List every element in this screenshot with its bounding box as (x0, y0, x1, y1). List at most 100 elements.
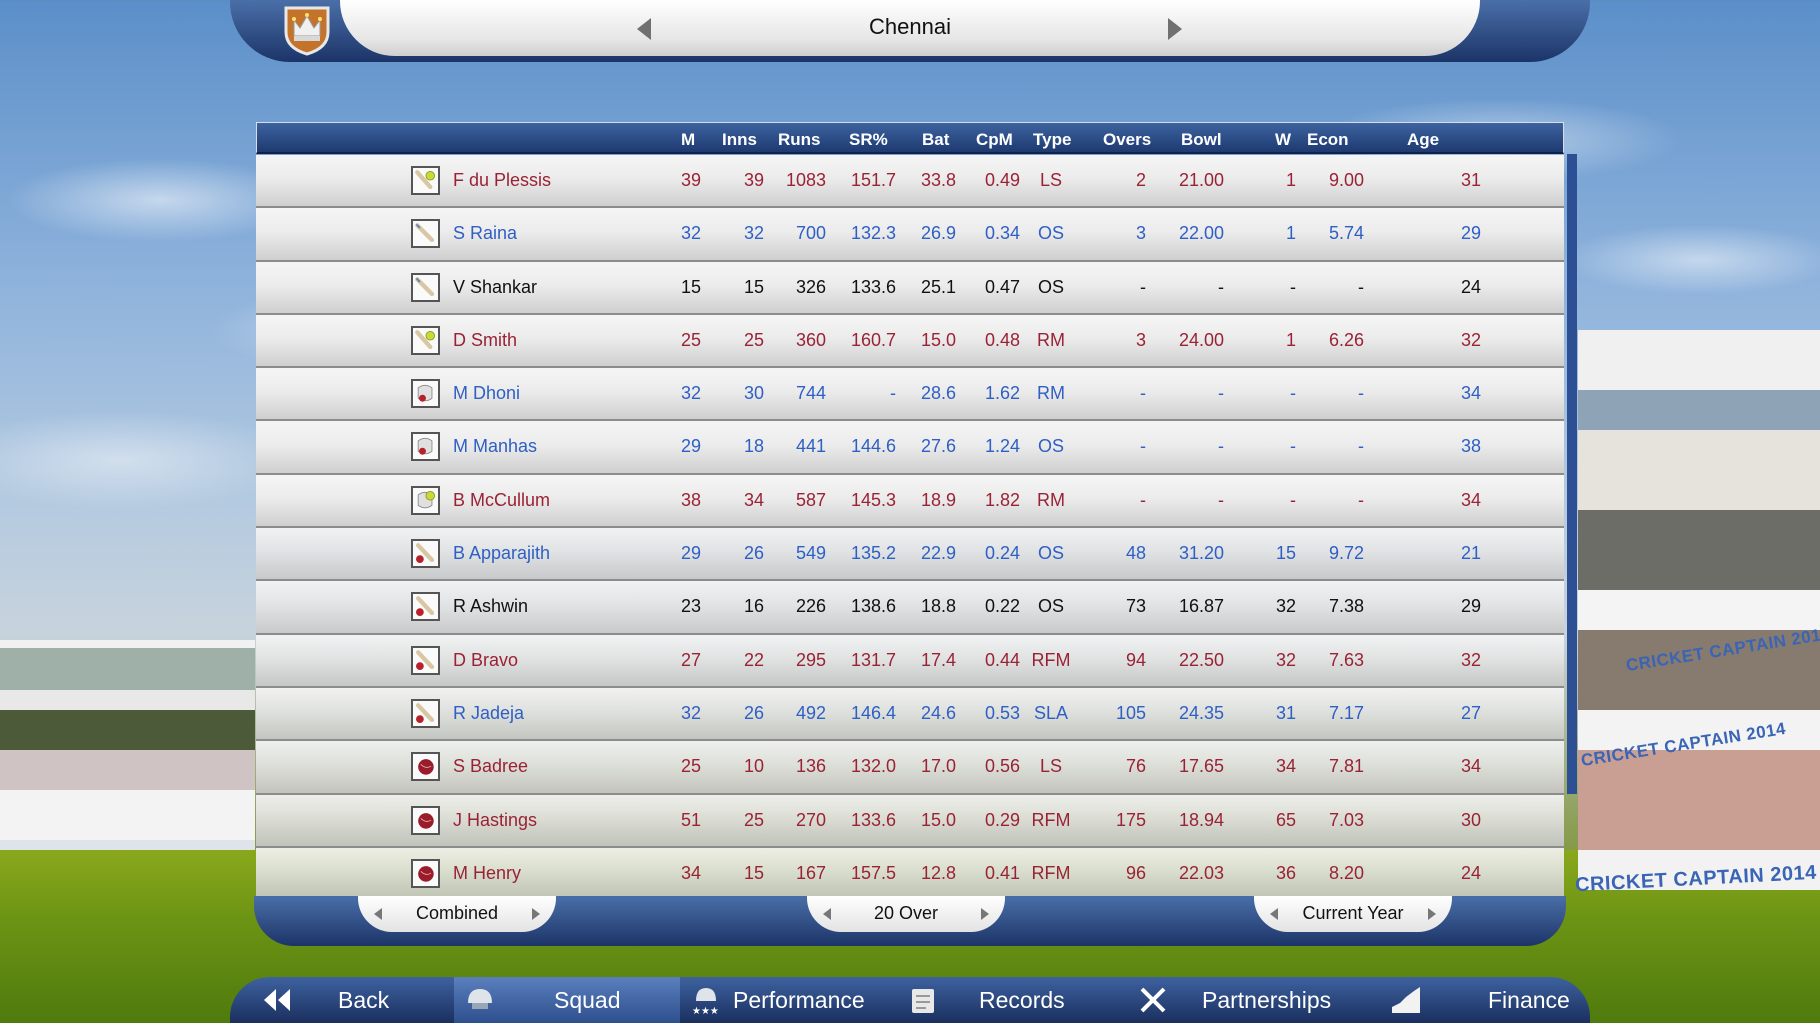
cell-wickets: 1 (1285, 329, 1296, 350)
cell-runs: 700 (795, 223, 826, 244)
scrollbar[interactable] (1567, 154, 1577, 794)
player-name-link[interactable]: J Hastings (453, 810, 537, 831)
cell-bowling-type: OS (1037, 436, 1064, 457)
cell-wickets: 31 (1275, 702, 1296, 723)
cell-matches: 51 (680, 809, 701, 830)
cell-innings: 26 (743, 543, 764, 564)
col-header-inns[interactable]: Inns (722, 130, 757, 150)
prev-team-button[interactable] (637, 18, 651, 40)
period-filter[interactable]: Current Year (1254, 896, 1452, 932)
cell-innings: 34 (743, 489, 764, 510)
format-next-button[interactable] (981, 908, 989, 920)
nav-partnerships-button[interactable]: Partnerships (1132, 977, 1358, 1023)
cell-runs: 744 (795, 383, 826, 404)
cell-matches: 32 (680, 702, 701, 723)
cell-age: 24 (1460, 862, 1481, 883)
cell-catches-per-match: 0.24 (984, 543, 1020, 564)
cell-catches-per-match: 0.34 (984, 223, 1020, 244)
cell-batting-average: 15.0 (920, 809, 956, 830)
cell-bowling-type: SLA (1033, 702, 1069, 723)
table-row[interactable]: M Henry 34 15 167 157.5 12.8 0.41 RFM 96 22.03 36 8… (256, 847, 1564, 902)
col-header-bat[interactable]: Bat (922, 130, 949, 150)
nav-records-button[interactable]: Records (906, 977, 1132, 1023)
player-name-link[interactable]: D Smith (453, 330, 517, 351)
table-row[interactable]: M Manhas 29 18 441 144.6 27.6 1.24 OS - - - - 38 (256, 421, 1564, 475)
cell-overs: 76 (1125, 756, 1146, 777)
player-name-link[interactable]: M Manhas (453, 436, 537, 457)
table-row[interactable]: D Bravo 27 22 295 131.7 17.4 0.44 RFM 94 22.50 32 7… (256, 634, 1564, 688)
table-row[interactable]: V Shankar 15 15 326 133.6 25.1 0.47 OS - - - - 24 (256, 261, 1564, 315)
player-name-link[interactable]: D Bravo (453, 650, 518, 671)
table-row[interactable]: B McCullum 38 34 587 145.3 18.9 1.82 RM - - - - 34 (256, 474, 1564, 529)
player-name-link[interactable]: B McCullum (453, 490, 550, 511)
cell-matches: 15 (680, 276, 701, 297)
table-row[interactable]: R Ashwin 23 16 226 138.6 18.8 0.22 OS 73 16.87 32 7… (256, 581, 1564, 635)
table-row[interactable]: S Badree 25 10 136 132.0 17.0 0.56 LS 76 17.65 34 7… (256, 741, 1564, 795)
period-filter-value: Current Year (1302, 903, 1404, 923)
competition-filter[interactable]: Combined (358, 896, 556, 932)
player-name-link[interactable]: R Jadeja (453, 703, 524, 724)
cell-age: 29 (1460, 596, 1481, 617)
cell-bowling-average: 16.87 (1178, 596, 1224, 617)
col-header-w[interactable]: W (1275, 130, 1291, 150)
format-prev-button[interactable] (823, 908, 831, 920)
nav-back-button[interactable]: Back (230, 977, 454, 1023)
nav-performance-button[interactable]: ★★★ Performance (680, 977, 906, 1023)
col-header-m[interactable]: M (681, 130, 695, 150)
table-row[interactable]: D Smith 25 25 360 160.7 15.0 0.48 RM 3 24.00 1 6.26… (256, 314, 1564, 369)
next-team-button[interactable] (1168, 18, 1182, 40)
allrounder-icon (411, 592, 440, 622)
table-row[interactable]: B Apparajith 29 26 549 135.2 22.9 0.24 OS 48 31.2… (256, 528, 1564, 582)
player-name-link[interactable]: B Apparajith (453, 543, 550, 564)
cell-bowling-average: 17.65 (1178, 756, 1224, 777)
cell-runs: 326 (795, 276, 826, 297)
cell-strike-rate: 146.4 (850, 702, 896, 723)
nav-squad-button[interactable]: Squad (454, 977, 680, 1023)
player-name-link[interactable]: S Badree (453, 756, 528, 777)
cell-runs: 549 (795, 543, 826, 564)
cell-overs: - (1140, 436, 1146, 457)
cell-catches-per-match: 0.48 (984, 329, 1020, 350)
cell-strike-rate: 144.6 (850, 436, 896, 457)
player-name-link[interactable]: V Shankar (453, 277, 537, 298)
cell-overs: 96 (1125, 862, 1146, 883)
period-prev-button[interactable] (1270, 908, 1278, 920)
cell-wickets: 36 (1275, 862, 1296, 883)
cell-bowling-average: 22.50 (1178, 649, 1224, 670)
competition-next-button[interactable] (532, 908, 540, 920)
player-name-link[interactable]: M Dhoni (453, 383, 520, 404)
col-header-runs[interactable]: Runs (778, 130, 821, 150)
nav-finance-button[interactable]: Finance (1358, 977, 1590, 1023)
col-header-econ[interactable]: Econ (1307, 130, 1349, 150)
col-header-overs[interactable]: Overs (1103, 130, 1151, 150)
cell-economy: 7.81 (1328, 756, 1364, 777)
svg-text:★★★: ★★★ (692, 1006, 719, 1015)
col-header-type[interactable]: Type (1033, 130, 1071, 150)
nav-squad-label: Squad (554, 987, 621, 1013)
cell-wickets: 65 (1275, 809, 1296, 830)
period-next-button[interactable] (1428, 908, 1436, 920)
cell-strike-rate: 133.6 (850, 809, 896, 830)
cell-bowling-average: - (1218, 436, 1224, 457)
player-name-link[interactable]: S Raina (453, 223, 517, 244)
cell-age: 29 (1460, 223, 1481, 244)
table-row[interactable]: M Dhoni 32 30 744 - 28.6 1.62 RM - - - - 34 (256, 368, 1564, 422)
cell-economy: 7.17 (1328, 702, 1364, 723)
table-row[interactable]: J Hastings 51 25 270 133.6 15.0 0.29 RFM 175 18.9… (256, 794, 1564, 848)
col-header-bowl[interactable]: Bowl (1181, 130, 1222, 150)
cell-catches-per-match: 0.44 (984, 649, 1020, 670)
table-row[interactable]: S Raina 32 32 700 132.3 26.9 0.34 OS 3 22.00 1 5.74… (256, 208, 1564, 262)
player-name-link[interactable]: M Henry (453, 863, 521, 884)
table-row[interactable]: R Jadeja 32 26 492 146.4 24.6 0.53 SLA 105 24.35 3… (256, 687, 1564, 742)
helmet-icon (468, 989, 492, 1009)
player-name-link[interactable]: R Ashwin (453, 596, 528, 617)
format-filter[interactable]: 20 Over (807, 896, 1005, 932)
cell-overs: - (1140, 489, 1146, 510)
player-name-link[interactable]: F du Plessis (453, 170, 551, 191)
table-row[interactable]: F du Plessis 39 39 1083 151.7 33.8 0.49 LS 2 21.0… (256, 155, 1564, 209)
col-header-cpm[interactable]: CpM (976, 130, 1013, 150)
col-header-sr[interactable]: SR% (849, 130, 888, 150)
cell-batting-average: 26.9 (920, 223, 956, 244)
col-header-age[interactable]: Age (1407, 130, 1439, 150)
competition-prev-button[interactable] (374, 908, 382, 920)
